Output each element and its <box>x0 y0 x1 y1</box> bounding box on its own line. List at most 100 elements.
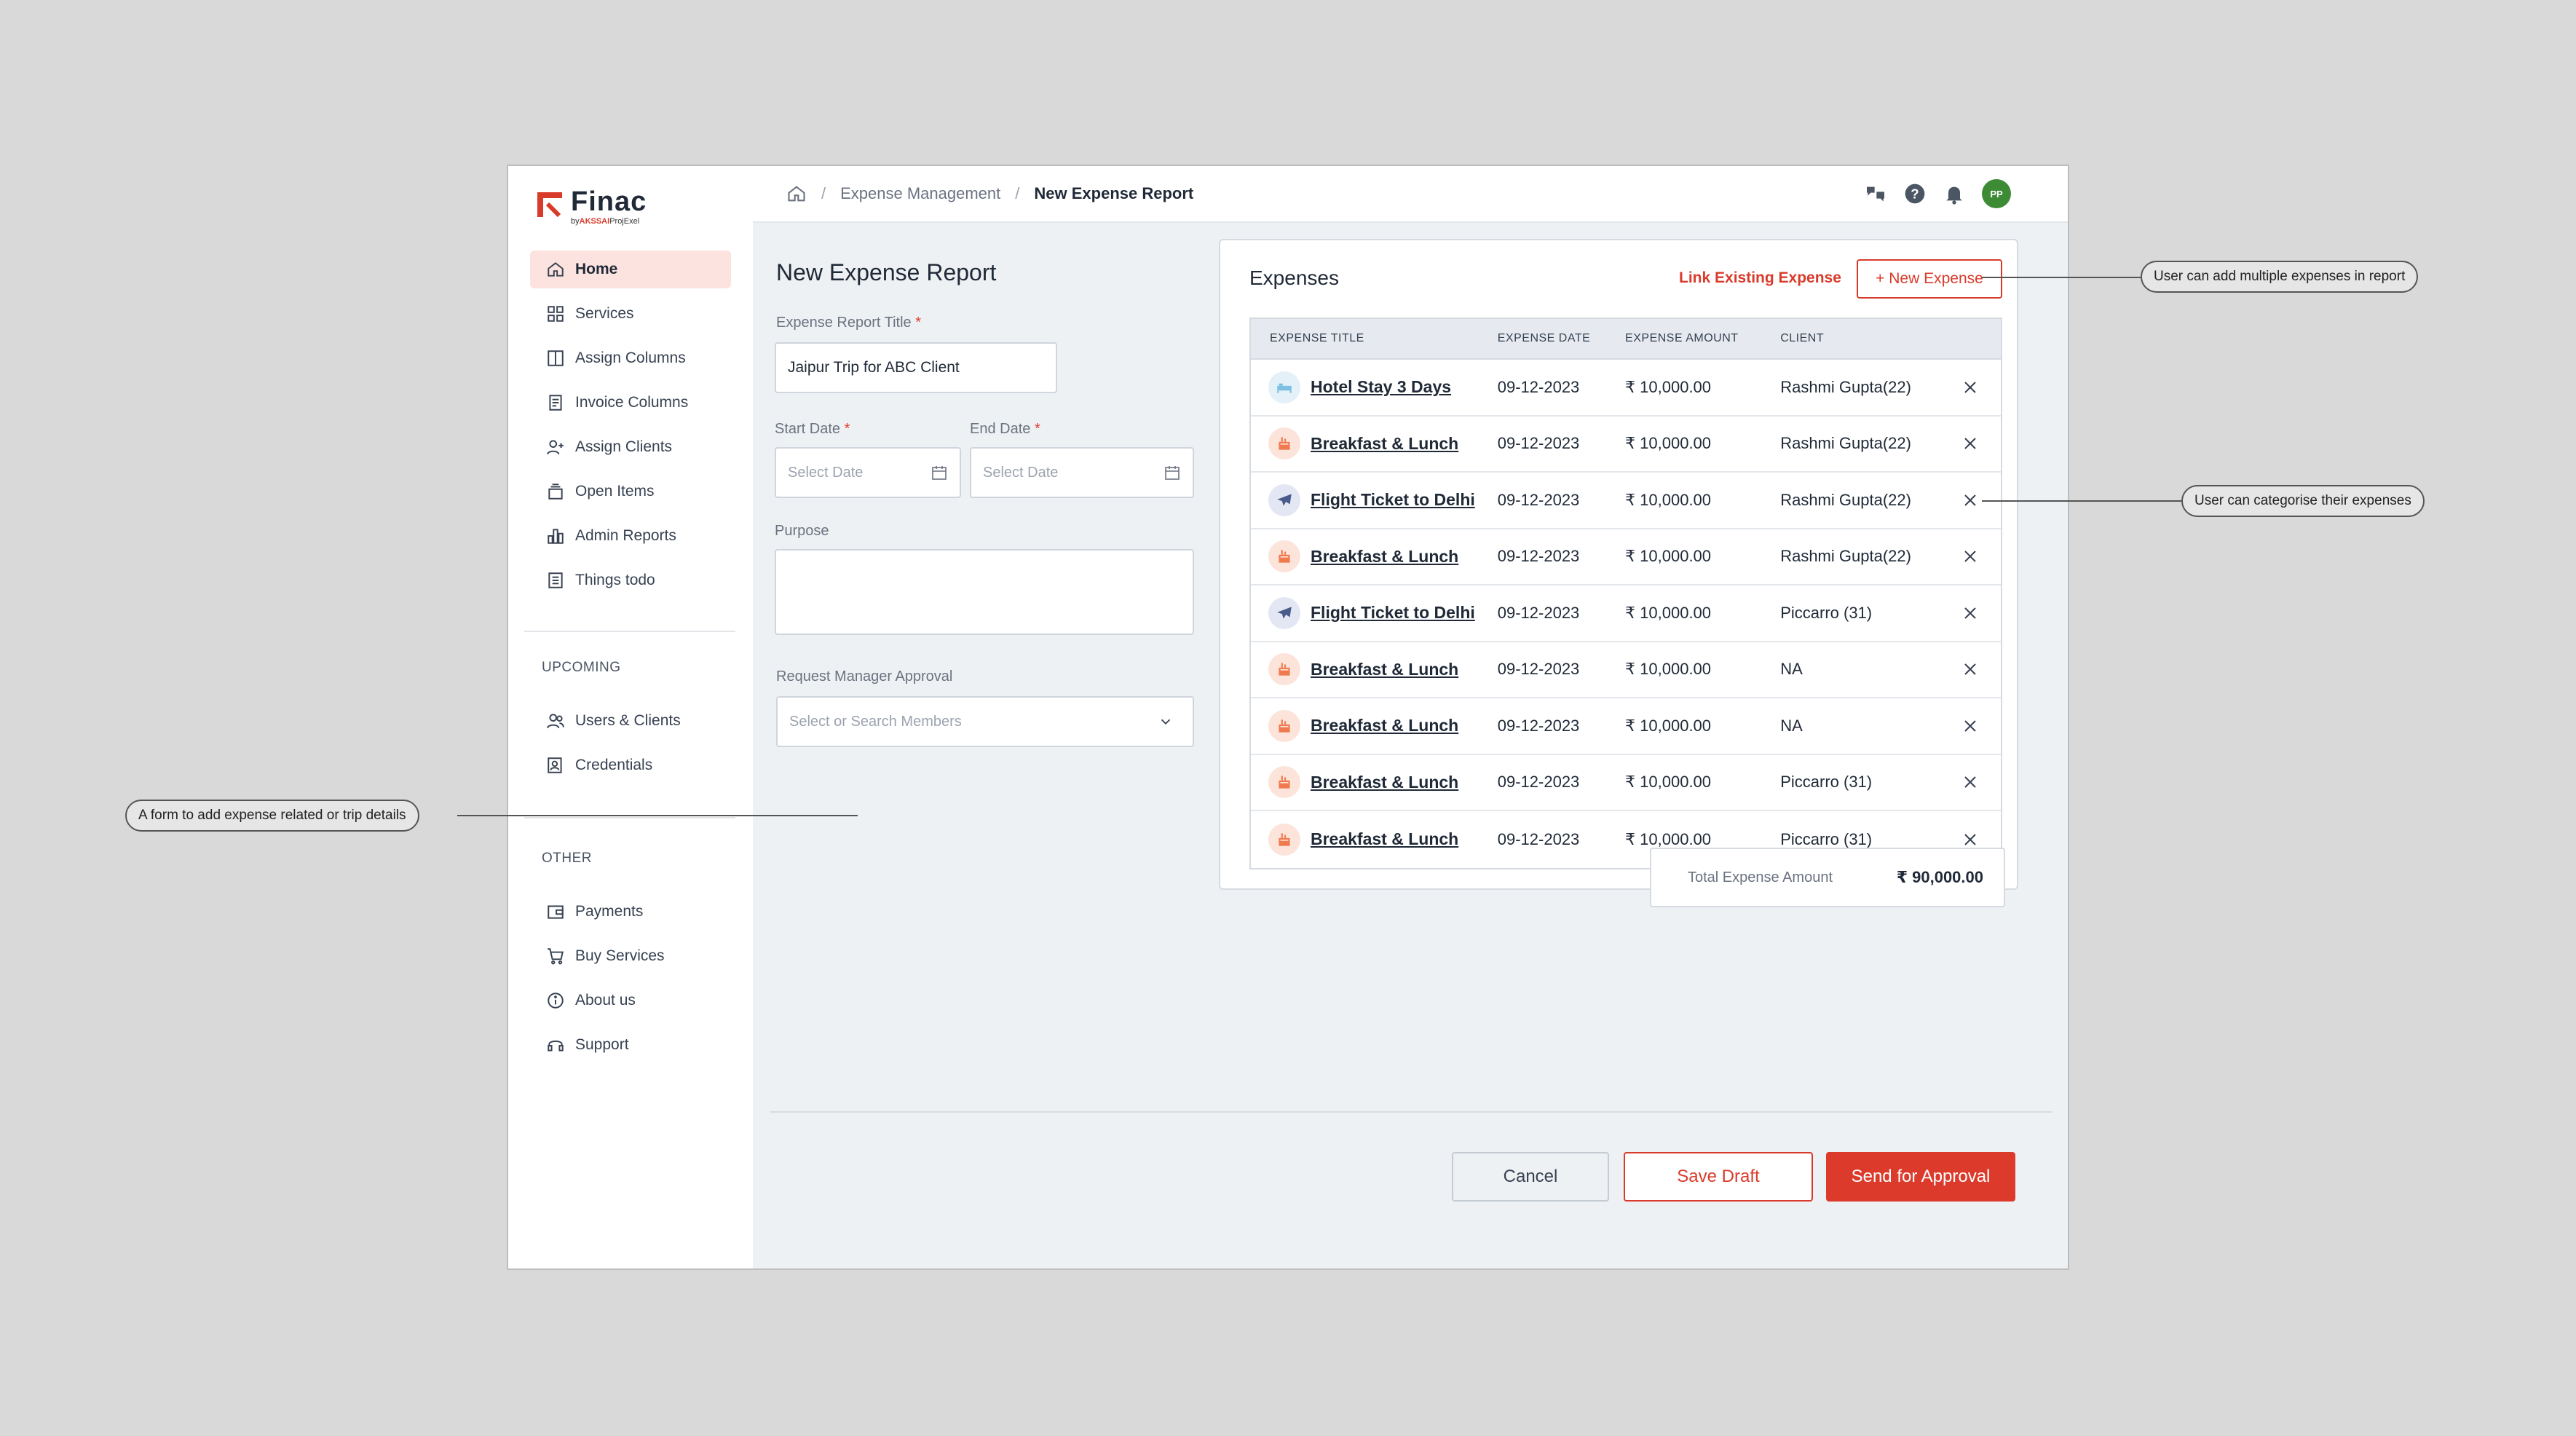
expense-title-link[interactable]: Hotel Stay 3 Days <box>1311 377 1451 397</box>
column-header-title: EXPENSE TITLE <box>1270 332 1364 344</box>
table-row: Flight Ticket to Delhi 09-12-2023 ₹ 10,0… <box>1251 473 2001 529</box>
sidebar-item-assign-columns[interactable]: Assign Columns <box>530 339 731 377</box>
table-row: Breakfast & Lunch 09-12-2023 ₹ 10,000.00… <box>1251 417 2001 473</box>
close-icon[interactable] <box>1961 604 1979 622</box>
breadcrumb-expense-management[interactable]: Expense Management <box>840 184 1000 203</box>
home-icon <box>548 262 564 277</box>
expense-amount: ₹ 10,000.00 <box>1625 660 1712 679</box>
food-category-icon[interactable] <box>1268 540 1300 573</box>
sidebar-item-label: Assign Columns <box>575 350 686 366</box>
start-date-field[interactable]: Select Date <box>775 447 961 498</box>
help-icon[interactable]: ? <box>1903 182 1927 205</box>
sidebar-item-open-items[interactable]: Open Items <box>530 473 731 510</box>
sidebar-item-users-clients[interactable]: Users & Clients <box>530 702 731 740</box>
table-row: Flight Ticket to Delhi 09-12-2023 ₹ 10,0… <box>1251 585 2001 642</box>
flight-category-icon[interactable] <box>1268 596 1300 629</box>
expense-title-link[interactable]: Breakfast & Lunch <box>1311 716 1458 735</box>
hotel-category-icon[interactable] <box>1268 371 1300 403</box>
food-category-icon[interactable] <box>1268 823 1300 856</box>
header-actions: ? PP <box>1864 179 2011 208</box>
end-date-field[interactable]: Select Date <box>970 447 1194 498</box>
logo: Finac byAKSSAIProjExel <box>534 188 647 226</box>
new-expense-button[interactable]: + New Expense <box>1857 259 2002 299</box>
expense-date: 09-12-2023 <box>1497 547 1580 566</box>
expense-title-link[interactable]: Breakfast & Lunch <box>1311 660 1458 679</box>
sidebar-item-payments[interactable]: Payments <box>530 893 731 931</box>
close-icon[interactable] <box>1961 717 1979 735</box>
wallet-icon <box>548 905 564 919</box>
report-title-label: Expense Report Title * <box>776 315 922 331</box>
app-byline: byAKSSAIProjExel <box>571 217 640 226</box>
close-icon[interactable] <box>1961 435 1979 452</box>
expense-client: Piccarro (31) <box>1780 829 1873 848</box>
app-name: Finac <box>571 186 647 217</box>
expense-date: 09-12-2023 <box>1497 490 1580 509</box>
cancel-button[interactable]: Cancel <box>1452 1152 1609 1202</box>
sidebar-item-things-todo[interactable]: Things todo <box>530 561 731 599</box>
expense-amount: ₹ 10,000.00 <box>1625 829 1712 848</box>
food-category-icon[interactable] <box>1268 766 1300 799</box>
end-date-label: End Date * <box>970 421 1040 437</box>
close-icon[interactable] <box>1961 773 1979 791</box>
column-header-amount: EXPENSE AMOUNT <box>1625 332 1739 344</box>
start-date-placeholder: Select Date <box>788 464 864 481</box>
expense-title-link[interactable]: Breakfast & Lunch <box>1311 829 1458 849</box>
expense-title-link[interactable]: Breakfast & Lunch <box>1311 547 1458 567</box>
food-category-icon[interactable] <box>1268 427 1300 460</box>
flight-category-icon[interactable] <box>1268 484 1300 516</box>
upcoming-nav: Users & Clients Credentials <box>530 702 731 791</box>
sidebar-item-label: Home <box>575 261 618 277</box>
bell-icon[interactable] <box>1943 182 1966 205</box>
columns-icon <box>548 350 564 366</box>
approval-label: Request Manager Approval <box>776 668 953 685</box>
sidebar-item-invoice-columns[interactable]: Invoice Columns <box>530 384 731 422</box>
expense-title-link[interactable]: Breakfast & Lunch <box>1311 773 1458 792</box>
expense-date: 09-12-2023 <box>1497 773 1580 792</box>
expense-client: NA <box>1780 660 1803 679</box>
sidebar-item-services[interactable]: Services <box>530 295 731 333</box>
expense-title-link[interactable]: Flight Ticket to Delhi <box>1311 603 1475 623</box>
link-existing-expense-button[interactable]: Link Existing Expense <box>1679 269 1841 287</box>
annotation-connector <box>457 815 858 816</box>
send-for-approval-button[interactable]: Send for Approval <box>1826 1152 2015 1202</box>
table-row: Hotel Stay 3 Days 09-12-2023 ₹ 10,000.00… <box>1251 360 2001 417</box>
sidebar-item-label: Assign Clients <box>575 438 673 455</box>
home-icon[interactable] <box>786 184 807 204</box>
breadcrumb-separator: / <box>821 184 826 202</box>
annotation-categorise: User can categorise their expenses <box>2181 485 2425 517</box>
close-icon[interactable] <box>1961 548 1979 565</box>
close-icon[interactable] <box>1961 660 1979 678</box>
top-bar: / Expense Management / New Expense Repor… <box>753 166 2068 223</box>
save-draft-button[interactable]: Save Draft <box>1624 1152 1813 1202</box>
close-icon[interactable] <box>1961 492 1979 509</box>
sidebar-item-admin-reports[interactable]: Admin Reports <box>530 517 731 555</box>
expenses-table: EXPENSE TITLE EXPENSE DATE EXPENSE AMOUN… <box>1249 317 2002 869</box>
cart-icon <box>548 948 564 965</box>
expense-title-link[interactable]: Flight Ticket to Delhi <box>1311 490 1475 510</box>
close-icon[interactable] <box>1961 379 1979 396</box>
sidebar-item-label: Credentials <box>575 757 653 773</box>
food-category-icon[interactable] <box>1268 709 1300 742</box>
close-icon[interactable] <box>1961 831 1979 848</box>
credentials-icon <box>548 757 562 773</box>
sidebar-item-label: Things todo <box>575 572 655 588</box>
purpose-textarea[interactable] <box>775 549 1194 635</box>
sidebar-item-assign-clients[interactable]: Assign Clients <box>530 428 731 466</box>
sidebar-item-about-us[interactable]: About us <box>530 982 731 1019</box>
translate-icon[interactable] <box>1864 182 1887 205</box>
avatar[interactable]: PP <box>1982 179 2011 208</box>
column-header-date: EXPENSE DATE <box>1497 332 1591 344</box>
sidebar-item-support[interactable]: Support <box>530 1026 731 1064</box>
food-category-icon[interactable] <box>1268 653 1300 686</box>
sidebar-item-home[interactable]: Home <box>530 250 731 288</box>
expense-date: 09-12-2023 <box>1497 716 1580 735</box>
sidebar-item-credentials[interactable]: Credentials <box>530 746 731 784</box>
expense-title-link[interactable]: Breakfast & Lunch <box>1311 434 1458 454</box>
column-header-client: CLIENT <box>1780 332 1825 344</box>
report-title-input[interactable]: Jaipur Trip for ABC Client <box>775 342 1057 393</box>
expense-amount: ₹ 10,000.00 <box>1625 603 1712 622</box>
approval-member-select[interactable]: Select or Search Members <box>776 696 1194 747</box>
table-row: Breakfast & Lunch 09-12-2023 ₹ 10,000.00… <box>1251 642 2001 698</box>
start-date-label: Start Date * <box>775 421 850 437</box>
sidebar-item-buy-services[interactable]: Buy Services <box>530 937 731 975</box>
